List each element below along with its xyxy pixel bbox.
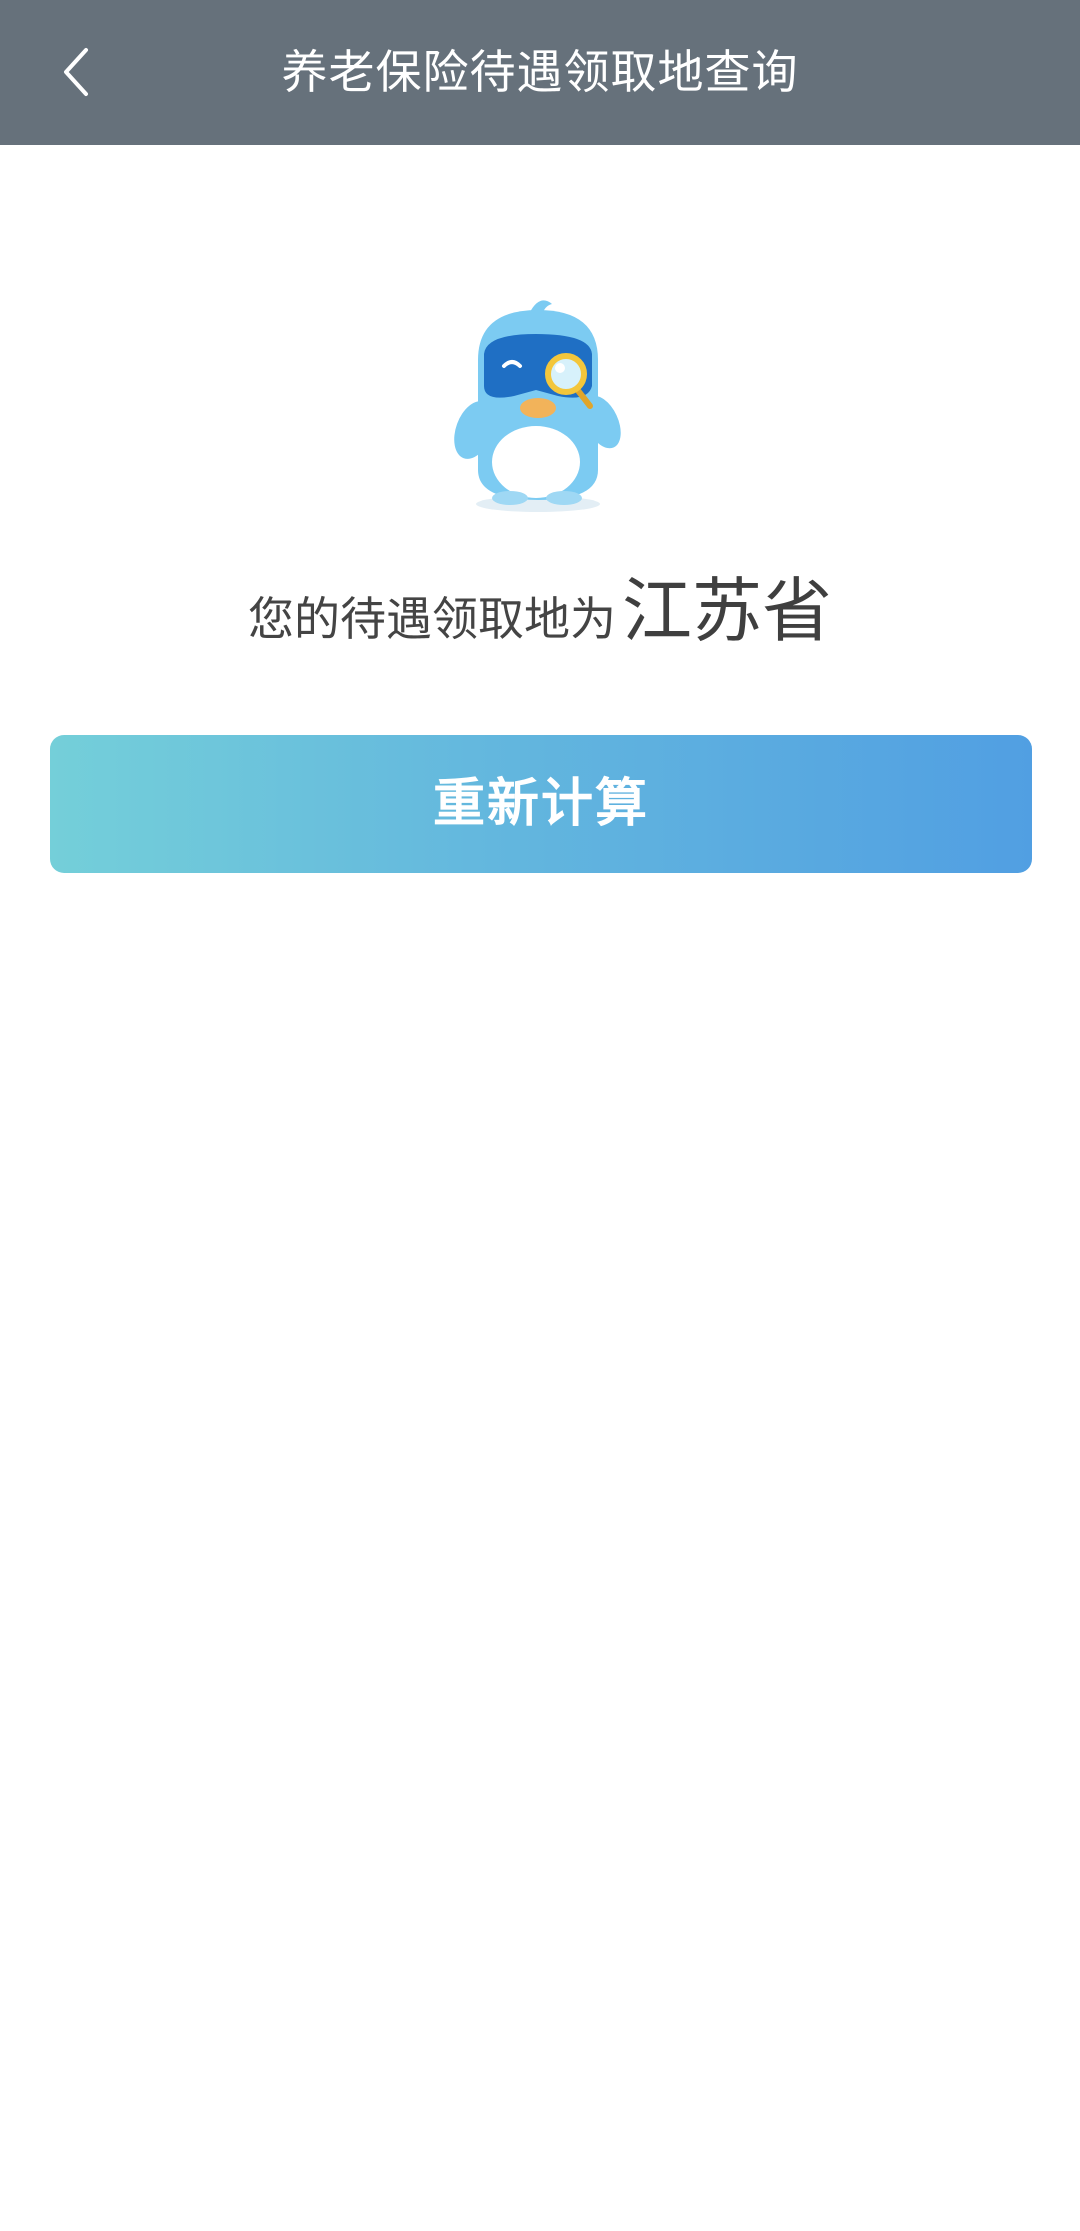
app-header: 养老保险待遇领取地查询 (0, 0, 1080, 145)
result-prefix: 您的待遇领取地为 (248, 592, 616, 646)
mascot-illustration (448, 290, 628, 520)
result-province: 江苏省 (622, 570, 832, 652)
recalculate-button[interactable]: 重新计算 (50, 735, 1032, 873)
result-line: 您的待遇领取地为江苏省 (0, 555, 1080, 656)
mascot-magnifier-icon (454, 300, 621, 512)
page-title: 养老保险待遇领取地查询 (281, 45, 799, 99)
